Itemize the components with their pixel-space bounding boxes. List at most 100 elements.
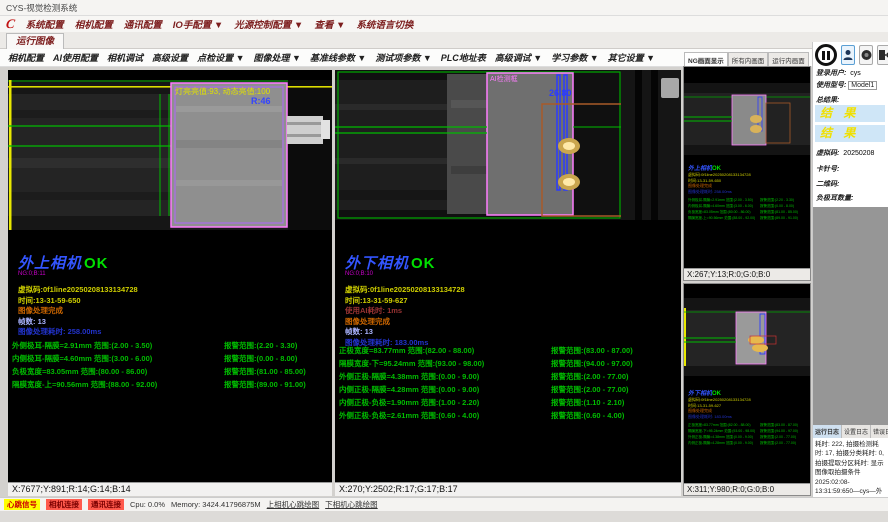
tool-advanced-settings[interactable]: 高级设置 [152,51,188,64]
model-field: 使用型号: Model1 [816,80,877,90]
measurement-value: 正极宽度=83.77mm 范围:(82.00 - 88.00) [339,345,551,358]
log-tabs: 运行日志 设置日志 错误日志 [813,425,888,438]
model-label: 使用型号: [816,82,846,89]
measurement-row: 正极宽度=83.77mm 范围:(82.00 - 88.00) 报警范围:(83… [339,345,681,358]
measure-value-label: 26.80 [549,88,572,98]
bottom-filler [0,511,888,522]
thumbnail-upper-camera[interactable]: 外上相机OK 虚拟码:0f1line20250208133134728 时间:1… [683,66,811,281]
menu-bar: C 系统配置 相机配置 通讯配置 IO手配置 ▼ 光源控制配置 ▼ 查看 ▼ 系… [0,16,888,32]
process-done-line: 图像处理完成 [18,306,138,317]
tab-all-frames[interactable]: 所有内画面 [728,52,769,66]
pixel-coords-lower: X:270;Y:2502;R:17;G:17;B:17 [335,482,681,496]
negative-tab-count-label: 负极耳数量: [816,193,853,203]
menu-system-config[interactable]: 系统配置 [26,17,64,31]
thumbnail-coords: X:311;Y:980;R:0;G:0;B:0 [684,483,810,495]
thumbnail-image [684,83,810,155]
menu-light-config[interactable]: 光源控制配置 ▼ [234,17,303,31]
memory-usage: Memory: 3424.41796875M [171,500,261,509]
barcode-line: 虚拟码:0f1line20250208133134728 [345,285,465,296]
menu-view[interactable]: 查看 ▼ [314,17,345,31]
window-title: CYS-视觉检测系统 [6,3,77,13]
menu-io-config[interactable]: IO手配置 ▼ [173,17,224,31]
measurement-alarm: 报警范围:(89.00 - 91.00) [224,379,306,392]
tab-run-frames[interactable]: 运行内画面 [768,52,809,66]
control-buttons [815,44,888,66]
tool-test-params[interactable]: 测试项参数 ▼ [375,51,431,64]
side-panel-spacer [813,207,888,425]
tool-spot-check[interactable]: 点检设置 ▼ [197,51,244,64]
camera-image-upper[interactable]: 灯亮亮值:93, 动态亮值:100 R:46 [8,80,332,230]
measurement-alarm: 报警范围:(83.00 - 87.00) [551,345,633,358]
title-bar: CYS-视觉检测系统 [0,0,888,16]
lock-icon [861,49,872,61]
measurement-value: 内侧正极-隔膜=4.28mm 范围:(0.00 - 9.00) [339,384,551,397]
tab-run-log[interactable]: 运行日志 [813,425,842,438]
tool-image-processing[interactable]: 图像处理 ▼ [253,51,300,64]
status-bar: 心跳信号 相机连接 通讯连接 Cpu: 0.0% Memory: 3424.41… [0,497,888,511]
pin-number-label: 卡针号: [816,164,839,174]
measurement-value: 隔膜宽度-上=90.56mm 范围:(88.00 - 92.00) [12,379,224,392]
upper-camera-heartbeat-link[interactable]: 上相机心跳绘图 [267,499,320,510]
app-window: CYS-视觉检测系统 C 系统配置 相机配置 通讯配置 IO手配置 ▼ 光源控制… [0,0,888,522]
exit-button[interactable] [877,45,888,65]
lock-button[interactable] [859,45,873,65]
measurement-row: 内侧极耳-隔膜=4.60mm 范围:(3.00 - 6.00) 报警范围:(0.… [12,353,332,366]
thumbnail-lower-camera[interactable]: 外下相机OK 虚拟码:0f1line20250208133134728 时间:1… [683,283,811,496]
menu-language-switch[interactable]: 系统语言切换 [356,17,413,31]
camera-image-lower[interactable]: AI检测框 26.80 [335,70,681,220]
camera-title: 外下相机OK [345,252,465,273]
result-badge-lower: 结 果 [815,125,885,142]
tool-ai-config[interactable]: AI使用配置 [53,51,98,64]
camera-view-lower[interactable]: AI检测框 26.80 外下相机OK NG:0;B:10 虚拟码:0f1line… [335,70,681,496]
measurement-value: 内侧极耳-隔膜=4.60mm 范围:(3.00 - 6.00) [12,353,224,366]
tab-error-log[interactable]: 错误日志 [871,425,888,438]
measurement-row: 内侧正极-负极=1.90mm 范围:(1.00 - 2.20) 报警范围:(1.… [339,397,681,410]
model-value[interactable]: Model1 [848,81,877,90]
log-text[interactable]: 耗时: 222, 拍摄检测耗时: 17, 拍摄分类耗时: 0, 拍摄提取分区耗时… [813,438,887,496]
elapsed-line: 图像处理耗时: 258.00ms [18,327,138,338]
measurement-alarm: 报警范围:(0.60 - 4.00) [551,410,624,423]
thumbnail-tabs: NG画面显示 所有内画面 运行内画面 [684,52,811,66]
camera-name: 外下相机 [345,255,409,272]
measurement-value: 隔膜宽度-下=95.24mm 范围:(93.00 - 98.00) [339,358,551,371]
tool-camera-config[interactable]: 相机配置 [8,51,44,64]
ai-box-label: AI检测框 [490,74,518,83]
tool-learning-params[interactable]: 学习参数 ▼ [551,51,598,64]
measurement-alarm: 报警范围:(94.00 - 97.00) [551,358,633,371]
tool-plc-address[interactable]: PLC地址表 [441,51,486,64]
frame-count-line: 帧数: 13 [18,317,138,328]
measurement-alarm: 报警范围:(2.00 - 77.00) [551,384,629,397]
pause-button[interactable] [815,44,837,66]
thumbnail-image [684,298,810,376]
r-value-label: R:46 [251,96,271,106]
process-done-line: 图像处理完成 [345,317,465,328]
measurement-alarm: 报警范围:(81.00 - 85.00) [224,366,306,379]
menu-comm-config[interactable]: 通讯配置 [124,17,162,31]
measurement-row: 隔膜宽度-上=90.56mm 范围:(88.00 - 92.00) 报警范围:(… [12,379,332,392]
result-block-upper: 外上相机OK NG:0;B:11 虚拟码:0f1line202502081331… [18,252,138,338]
lower-camera-heartbeat-link[interactable]: 下相机心跳绘图 [325,499,378,510]
user-button[interactable] [841,45,855,65]
measurement-row: 负极宽度=83.05mm 范围:(80.00 - 86.00) 报警范围:(81… [12,366,332,379]
pixel-coords-upper: X:7677;Y:891;R:14;G:14;B:14 [8,482,332,496]
login-user-value: cys [850,70,861,77]
barcode-line: 虚拟码:0f1line20250208133134728 [18,285,138,296]
ai-time-line: 使用AI耗时: 1ms [345,306,465,317]
tool-baseline-params[interactable]: 基准线参数 ▼ [310,51,366,64]
menu-camera-config[interactable]: 相机配置 [75,17,113,31]
time-line: 时间:13-31-59-627 [345,296,465,307]
tab-run-image[interactable]: 运行图像 [6,33,64,49]
measurement-row: 外侧正极-隔膜=4.38mm 范围:(0.00 - 9.00) 报警范围:(2.… [339,371,681,384]
measurement-alarm: 报警范围:(1.10 - 2.10) [551,397,624,410]
measurement-row: 外侧正极-负极=2.61mm 范围:(0.60 - 4.00) 报警范围:(0.… [339,410,681,423]
heartbeat-badge: 心跳信号 [4,499,40,510]
tool-camera-debug[interactable]: 相机调试 [107,51,143,64]
tab-ng-display[interactable]: NG画面显示 [684,52,728,66]
result-badge-upper: 结 果 [815,105,885,122]
thumbnail-result-text: 外上相机OK 虚拟码:0f1line20250208133134728 时间:1… [688,163,798,221]
tool-advanced-debug[interactable]: 高级调试 ▼ [495,51,542,64]
camera-view-upper[interactable]: 灯亮亮值:93, 动态亮值:100 R:46 外上相机OK NG:0;B:11 … [8,70,332,496]
tool-other-settings[interactable]: 其它设置 ▼ [608,51,655,64]
app-logo-icon: C [5,16,16,32]
tab-settings-log[interactable]: 设置日志 [842,425,871,438]
